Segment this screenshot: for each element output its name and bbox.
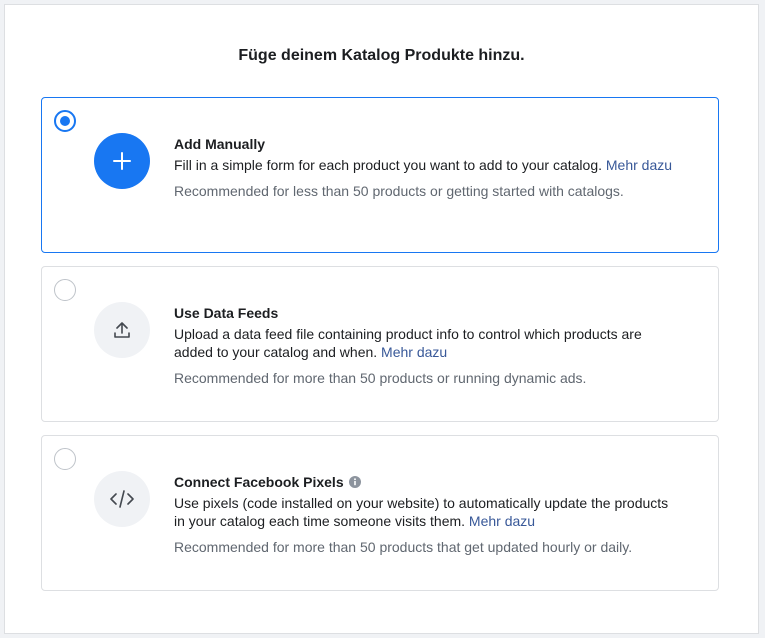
option-recommendation: Recommended for more than 50 products th… bbox=[174, 539, 633, 555]
info-icon[interactable] bbox=[348, 476, 361, 488]
option-title: Use Data Feeds bbox=[174, 305, 279, 321]
page-title: Füge deinem Katalog Produkte hinzu. bbox=[238, 47, 525, 64]
option-description-text: Use pixels (code installed on your websi… bbox=[174, 495, 669, 529]
option-title-row: Connect Facebook Pixels bbox=[174, 473, 674, 491]
learn-more-link[interactable]: Mehr dazu bbox=[469, 513, 535, 529]
option-description: Use pixels (code installed on your websi… bbox=[174, 494, 674, 530]
option-description-text: Fill in a simple form for each product y… bbox=[174, 157, 602, 173]
catalog-dialog: Füge deinem Katalog Produkte hinzu. Add … bbox=[4, 4, 759, 634]
option-title: Add Manually bbox=[174, 136, 266, 152]
upload-icon bbox=[94, 302, 150, 358]
learn-more-link[interactable]: Mehr dazu bbox=[606, 157, 672, 173]
learn-more-link[interactable]: Mehr dazu bbox=[381, 344, 447, 360]
option-title: Connect Facebook Pixels bbox=[174, 474, 344, 490]
option-description: Fill in a simple form for each product y… bbox=[174, 156, 674, 174]
option-description: Upload a data feed file containing produ… bbox=[174, 325, 674, 361]
option-data-feeds[interactable]: Use Data Feeds Upload a data feed file c… bbox=[41, 266, 719, 422]
radio-facebook-pixels[interactable] bbox=[54, 448, 76, 470]
plus-icon bbox=[94, 133, 150, 189]
code-icon bbox=[94, 471, 150, 527]
option-add-manually[interactable]: Add Manually Fill in a simple form for e… bbox=[41, 97, 719, 253]
option-facebook-pixels[interactable]: Connect Facebook Pixels Use pixels (code… bbox=[41, 435, 719, 591]
radio-add-manually[interactable] bbox=[54, 110, 76, 132]
option-recommendation: Recommended for less than 50 products or… bbox=[174, 183, 624, 199]
radio-data-feeds[interactable] bbox=[54, 279, 76, 301]
option-recommendation: Recommended for more than 50 products or… bbox=[174, 370, 587, 386]
